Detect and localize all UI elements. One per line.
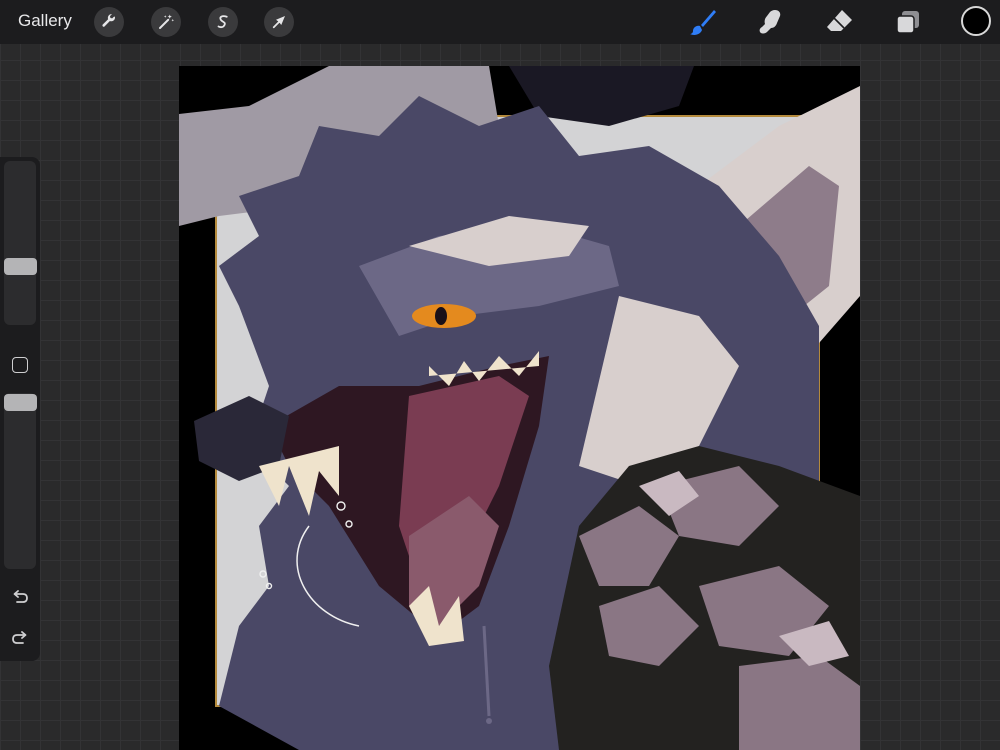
selection-s-icon	[217, 15, 228, 29]
brush-tool-button[interactable]	[688, 7, 718, 37]
layers-button[interactable]	[893, 7, 923, 37]
eraser-tool-button[interactable]	[824, 7, 854, 37]
eraser-icon	[827, 10, 852, 31]
redo-icon[interactable]	[10, 628, 30, 648]
adjustments-button[interactable]	[151, 7, 181, 37]
smudge-finger-icon	[759, 10, 781, 34]
wrench-icon	[102, 14, 116, 27]
selection-button[interactable]	[208, 7, 238, 37]
brush-size-slider[interactable]	[4, 161, 36, 325]
top-toolbar: Gallery	[0, 0, 1000, 44]
undo-icon[interactable]	[10, 587, 30, 607]
cursor-arrow-icon	[272, 16, 285, 29]
brush-opacity-slider-thumb[interactable]	[4, 393, 37, 411]
gallery-button[interactable]: Gallery	[18, 11, 72, 31]
sidebar	[0, 157, 40, 661]
artwork-illustration	[179, 66, 860, 750]
magic-wand-icon	[159, 14, 175, 29]
transform-button[interactable]	[264, 7, 294, 37]
color-picker-button[interactable]	[961, 6, 991, 36]
brush-icon	[690, 10, 716, 35]
brush-opacity-slider[interactable]	[4, 393, 36, 569]
layers-icon	[896, 11, 919, 34]
drawing-canvas[interactable]	[179, 66, 860, 750]
square-modifier-icon[interactable]	[12, 357, 28, 373]
brush-size-slider-thumb[interactable]	[4, 258, 37, 276]
smudge-tool-button[interactable]	[755, 7, 785, 37]
actions-button[interactable]	[94, 7, 124, 37]
